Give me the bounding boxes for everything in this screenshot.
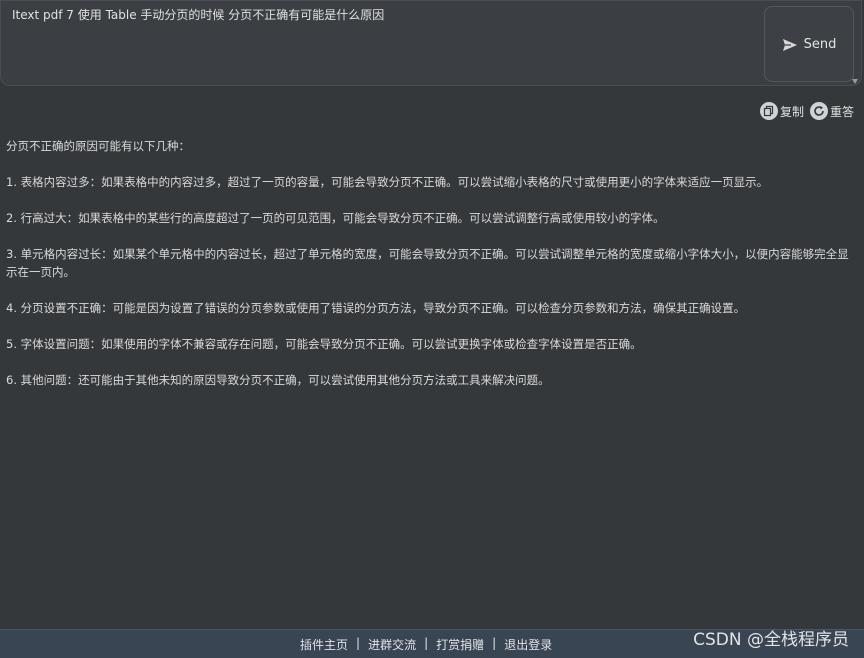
footer-link-logout[interactable]: 退出登录	[504, 636, 552, 653]
footer-separator: |	[492, 636, 497, 650]
regenerate-button[interactable]: 重答	[809, 102, 854, 120]
footer-link-join-group[interactable]: 进群交流	[368, 636, 416, 653]
footer-separator: |	[356, 636, 361, 650]
answer-action-bar: 复制 重答	[759, 101, 854, 121]
answer-item: 5. 字体设置问题：如果使用的字体不兼容或存在问题，可能会导致分页不正确。可以尝…	[6, 337, 642, 351]
footer-separator: |	[424, 636, 429, 650]
send-icon	[782, 37, 798, 51]
answer-intro: 分页不正确的原因可能有以下几种：	[6, 139, 190, 153]
answer-item: 3. 单元格内容过长：如果某个单元格中的内容过长，超过了单元格的宽度，可能会导致…	[6, 247, 849, 279]
answer-content: 分页不正确的原因可能有以下几种： 1. 表格内容过多：如果表格中的内容过多，超过…	[6, 137, 854, 407]
watermark: CSDN @全栈程序员	[693, 630, 849, 650]
copy-label: 复制	[779, 104, 804, 119]
answer-item: 6. 其他问题：还可能由于其他未知的原因导致分页不正确，可以尝试使用其他分页方法…	[6, 373, 550, 387]
footer-links: 插件主页 | 进群交流 | 打赏捐赠 | 退出登录	[300, 636, 552, 653]
answer-item: 1. 表格内容过多：如果表格中的内容过多，超过了一页的容量，可能会导致分页不正确…	[6, 175, 769, 189]
prompt-input-area[interactable]: Itext pdf 7 使用 Table 手动分页的时候 分页不正确有可能是什么…	[0, 0, 862, 86]
copy-icon	[759, 102, 778, 120]
prompt-text[interactable]: Itext pdf 7 使用 Table 手动分页的时候 分页不正确有可能是什么…	[12, 7, 752, 23]
send-label: Send	[803, 36, 837, 52]
answer-item: 4. 分页设置不正确：可能是因为设置了错误的分页参数或使用了错误的分页方法，导致…	[6, 301, 746, 315]
send-button[interactable]: Send	[764, 6, 854, 82]
copy-button[interactable]: 复制	[759, 102, 804, 120]
answer-item: 2. 行高过大：如果表格中的某些行的高度超过了一页的可见范围，可能会导致分页不正…	[6, 211, 665, 225]
footer-link-donate[interactable]: 打赏捐赠	[436, 636, 484, 653]
footer-link-plugin-home[interactable]: 插件主页	[300, 636, 348, 653]
refresh-icon	[809, 102, 828, 120]
resize-handle-icon[interactable]	[852, 79, 858, 84]
regenerate-label: 重答	[829, 104, 854, 119]
